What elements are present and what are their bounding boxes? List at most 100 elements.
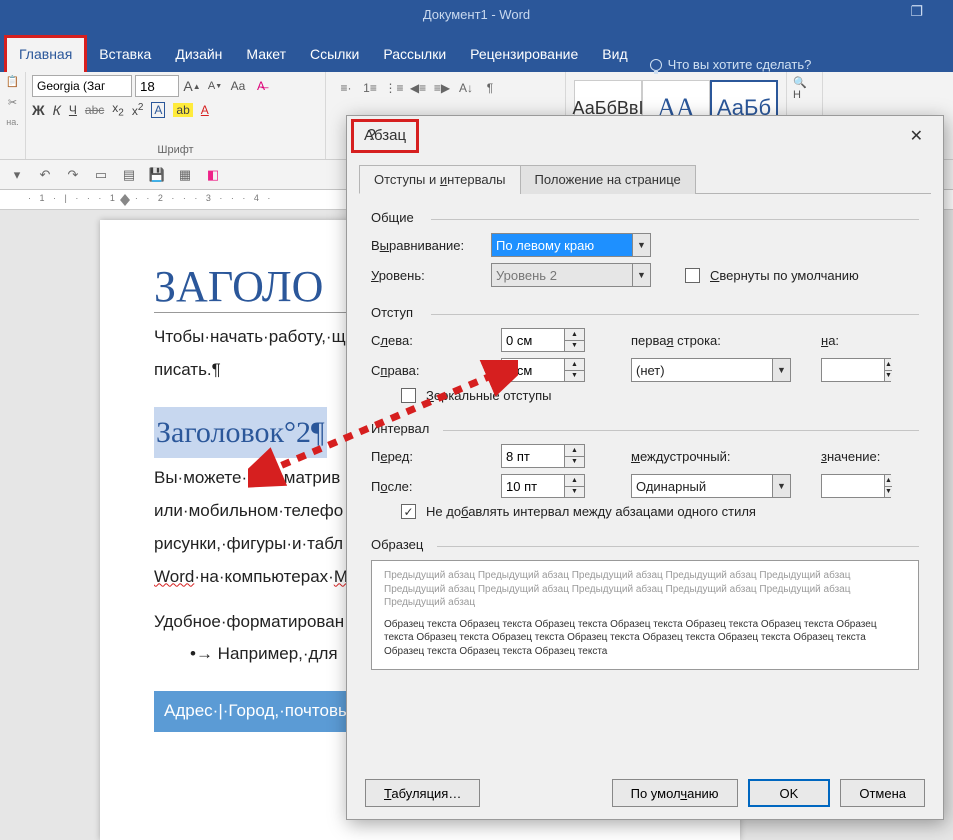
group-general: Общие	[371, 210, 919, 225]
left-indent-spinner[interactable]: ▲▼	[501, 328, 585, 352]
mirror-label: Зеркальные отступы	[426, 388, 551, 403]
tab-review[interactable]: Рецензирование	[458, 38, 590, 72]
line-spacing-label: междустрочный:	[631, 449, 811, 464]
level-label: Уровень:	[371, 268, 481, 283]
italic-button[interactable]: К	[53, 102, 61, 118]
font-color-icon[interactable]: A	[201, 103, 209, 117]
clear-format-icon[interactable]: A̶	[251, 76, 271, 96]
bullets-icon[interactable]: ≡·	[336, 79, 356, 97]
right-indent-label: Справа:	[371, 363, 491, 378]
dialog-tabs: Отступы и интервалы Положение на страниц…	[359, 164, 931, 194]
ruler-ticks: · 1 · | · · · 1 · · · 2 · · · 3 · · · 4 …	[28, 193, 273, 203]
shrink-font-icon[interactable]: A▼	[205, 76, 225, 96]
spin-down-icon: ▼	[565, 341, 584, 352]
change-case-icon[interactable]: Aa	[228, 76, 248, 96]
tab-layout[interactable]: Макет	[234, 38, 298, 72]
preview-box: Предыдущий абзац Предыдущий абзац Предыд…	[371, 560, 919, 670]
paste-icon[interactable]: 📋	[2, 75, 23, 93]
dialog-buttons: Табуляция… По умолчанию OK Отмена	[347, 767, 943, 819]
font-name-combo[interactable]	[32, 75, 132, 97]
by-label: на:	[821, 333, 911, 348]
dialog-title: Абзац	[351, 119, 419, 153]
ok-button[interactable]: OK	[748, 779, 831, 807]
eraser-icon[interactable]: ◧	[202, 164, 224, 186]
tab-view[interactable]: Вид	[590, 38, 639, 72]
after-spinner[interactable]: ▲▼	[501, 474, 585, 498]
tab-design[interactable]: Дизайн	[163, 38, 234, 72]
subscript-button[interactable]: x2	[112, 101, 124, 118]
group-indent: Отступ	[371, 305, 919, 320]
first-line-select[interactable]: (нет)▼	[631, 358, 791, 382]
before-label: Перед:	[371, 449, 491, 464]
new-icon[interactable]: ▭	[90, 164, 112, 186]
after-label: После:	[371, 479, 491, 494]
window-title: Документ1 - Word	[423, 7, 530, 22]
tab-indents[interactable]: Отступы и интервалы	[359, 165, 521, 194]
tab-references[interactable]: Ссылки	[298, 38, 371, 72]
window-restore-icon[interactable]: ❐	[910, 3, 923, 20]
before-spinner[interactable]: ▲▼	[501, 444, 585, 468]
undo-icon[interactable]: ↶	[34, 164, 56, 186]
first-line-label: первая строка:	[631, 333, 811, 348]
left-indent-label: Слева:	[371, 333, 491, 348]
font-size-combo[interactable]	[135, 75, 179, 97]
underline-button[interactable]: Ч	[69, 103, 77, 117]
level-select: Уровень 2▼	[491, 263, 651, 287]
tab-position[interactable]: Положение на странице	[520, 165, 696, 194]
increase-indent-icon[interactable]: ≡▶	[432, 79, 452, 97]
close-icon[interactable]: ✕	[902, 122, 931, 150]
print-icon[interactable]: ▤	[118, 164, 140, 186]
tab-mailings[interactable]: Рассылки	[371, 38, 458, 72]
indent-marker-icon[interactable]	[120, 194, 130, 206]
cancel-button[interactable]: Отмена	[840, 779, 925, 807]
text-effects-icon[interactable]: A	[151, 102, 165, 118]
dialog-body: Общие Выравнивание: По левому краю▼ Уров…	[347, 194, 943, 767]
strikethrough-button[interactable]: abc	[85, 103, 104, 117]
cut-icon[interactable]: ✂	[2, 96, 23, 114]
mirror-checkbox[interactable]	[401, 388, 416, 403]
tab-home[interactable]: Главная	[4, 35, 87, 72]
qat-dropdown-icon[interactable]: ▾	[6, 164, 28, 186]
highlight-icon[interactable]: ab	[173, 103, 192, 117]
default-button[interactable]: По умолчанию	[612, 779, 738, 807]
tabs-button[interactable]: Табуляция…	[365, 779, 480, 807]
show-marks-icon[interactable]: ¶	[480, 79, 500, 97]
font-group-label: Шрифт	[32, 140, 319, 156]
group-preview: Образец	[371, 537, 919, 552]
multilevel-icon[interactable]: ⋮≡	[384, 79, 404, 97]
bold-button[interactable]: Ж	[32, 102, 45, 118]
title-bar: Документ1 - Word ❐	[0, 0, 953, 28]
numbering-icon[interactable]: 1≡	[360, 79, 380, 97]
right-indent-spinner[interactable]: ▲▼	[501, 358, 585, 382]
alignment-label: Выравнивание:	[371, 238, 481, 253]
bulb-icon	[650, 59, 662, 71]
tell-me-search[interactable]: Что вы хотите сделать?	[650, 57, 812, 72]
alignment-select[interactable]: По левому краю▼	[491, 233, 651, 257]
chevron-down-icon: ▼	[632, 234, 650, 256]
save-icon[interactable]: 💾	[146, 164, 168, 186]
ribbon-tab-strip: Главная Вставка Дизайн Макет Ссылки Расс…	[0, 28, 953, 72]
line-spacing-select[interactable]: Одинарный▼	[631, 474, 791, 498]
clipboard-label: на.	[2, 117, 23, 135]
superscript-button[interactable]: x2	[132, 102, 144, 118]
heading-2[interactable]: Заголовок°2¶	[154, 407, 327, 458]
tab-insert[interactable]: Вставка	[87, 38, 163, 72]
find-icon[interactable]: 🔍 Н	[793, 76, 816, 101]
grow-font-icon[interactable]: A▲	[182, 76, 202, 96]
clipboard-panel: 📋 ✂ на.	[0, 72, 26, 159]
dialog-titlebar[interactable]: Абзац ? ✕	[347, 116, 943, 156]
redo-icon[interactable]: ↷	[62, 164, 84, 186]
spin-up-icon: ▲	[565, 329, 584, 341]
group-interval: Интервал	[371, 421, 919, 436]
chevron-down-icon: ▼	[632, 264, 650, 286]
by-spinner[interactable]: ▲▼	[821, 358, 891, 382]
value-label: значение:	[821, 449, 911, 464]
table-icon[interactable]: ▦	[174, 164, 196, 186]
value-spinner[interactable]: ▲▼	[821, 474, 891, 498]
decrease-indent-icon[interactable]: ◀≡	[408, 79, 428, 97]
sort-icon[interactable]: A↓	[456, 79, 476, 97]
no-add-space-checkbox[interactable]: ✓	[401, 504, 416, 519]
paragraph-dialog: Абзац ? ✕ Отступы и интервалы Положение …	[346, 115, 944, 820]
collapse-checkbox[interactable]	[685, 268, 700, 283]
tell-me-label: Что вы хотите сделать?	[668, 57, 812, 72]
